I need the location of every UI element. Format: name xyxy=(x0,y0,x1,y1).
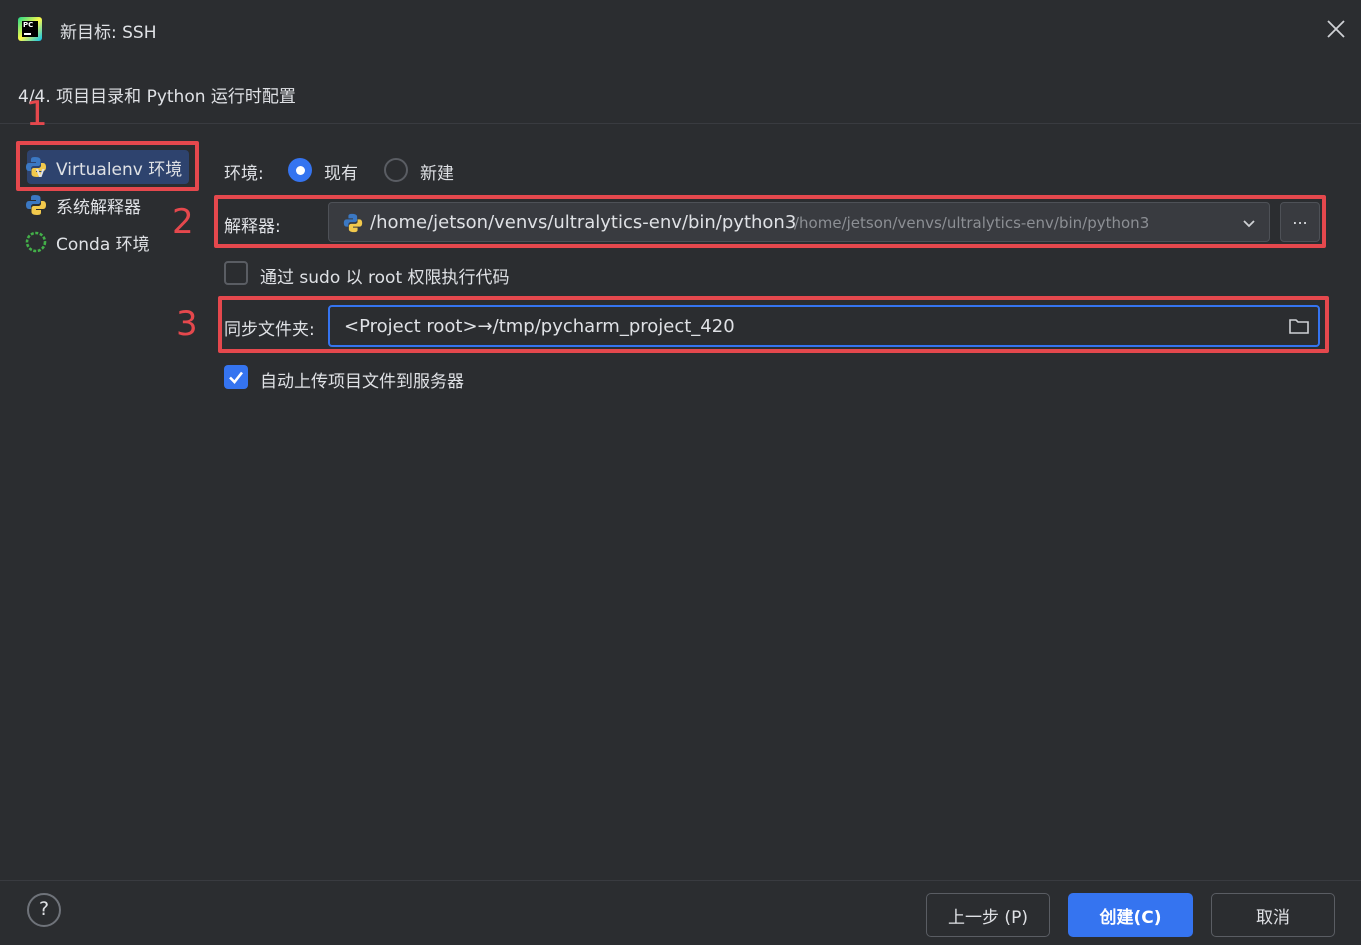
step-title: 4/4. 项目目录和 Python 运行时配置 xyxy=(18,87,296,107)
window-title: 新目标: SSH xyxy=(60,23,157,43)
checkmark-icon xyxy=(229,371,244,384)
close-icon[interactable] xyxy=(1325,18,1347,40)
radio-new[interactable] xyxy=(384,158,408,182)
annotation-number-1: 1 xyxy=(26,94,48,134)
sidebar-item-system-interpreter[interactable]: 系统解释器 xyxy=(24,191,141,219)
auto-upload-checkbox[interactable] xyxy=(224,365,248,389)
pycharm-app-icon: PC xyxy=(18,17,42,41)
create-button[interactable]: 创建(C) xyxy=(1068,893,1193,937)
title-bar xyxy=(0,0,1361,60)
annotation-box-2 xyxy=(214,195,1326,248)
help-icon[interactable]: ? xyxy=(27,893,61,927)
radio-existing[interactable] xyxy=(288,158,312,182)
annotation-number-2: 2 xyxy=(172,202,194,242)
conda-icon xyxy=(24,230,48,254)
auto-upload-label[interactable]: 自动上传项目文件到服务器 xyxy=(260,367,464,392)
sudo-label[interactable]: 通过 sudo 以 root 权限执行代码 xyxy=(260,263,510,288)
sidebar-item-conda[interactable]: Conda 环境 xyxy=(24,228,150,256)
sudo-checkbox[interactable] xyxy=(224,261,248,285)
environment-label: 环境: xyxy=(224,164,264,184)
previous-button[interactable]: 上一步 (P) xyxy=(926,893,1050,937)
annotation-number-3: 3 xyxy=(176,304,198,344)
radio-new-label[interactable]: 新建 xyxy=(420,159,454,184)
python-icon xyxy=(24,193,48,217)
divider xyxy=(0,880,1361,881)
divider xyxy=(0,123,1361,124)
annotation-box-3 xyxy=(218,296,1329,353)
cancel-button[interactable]: 取消 xyxy=(1211,893,1335,937)
sidebar-item-label: Conda 环境 xyxy=(56,234,150,255)
annotation-box-1 xyxy=(16,141,199,191)
sidebar-item-label: 系统解释器 xyxy=(56,197,141,218)
radio-existing-label[interactable]: 现有 xyxy=(324,159,358,184)
